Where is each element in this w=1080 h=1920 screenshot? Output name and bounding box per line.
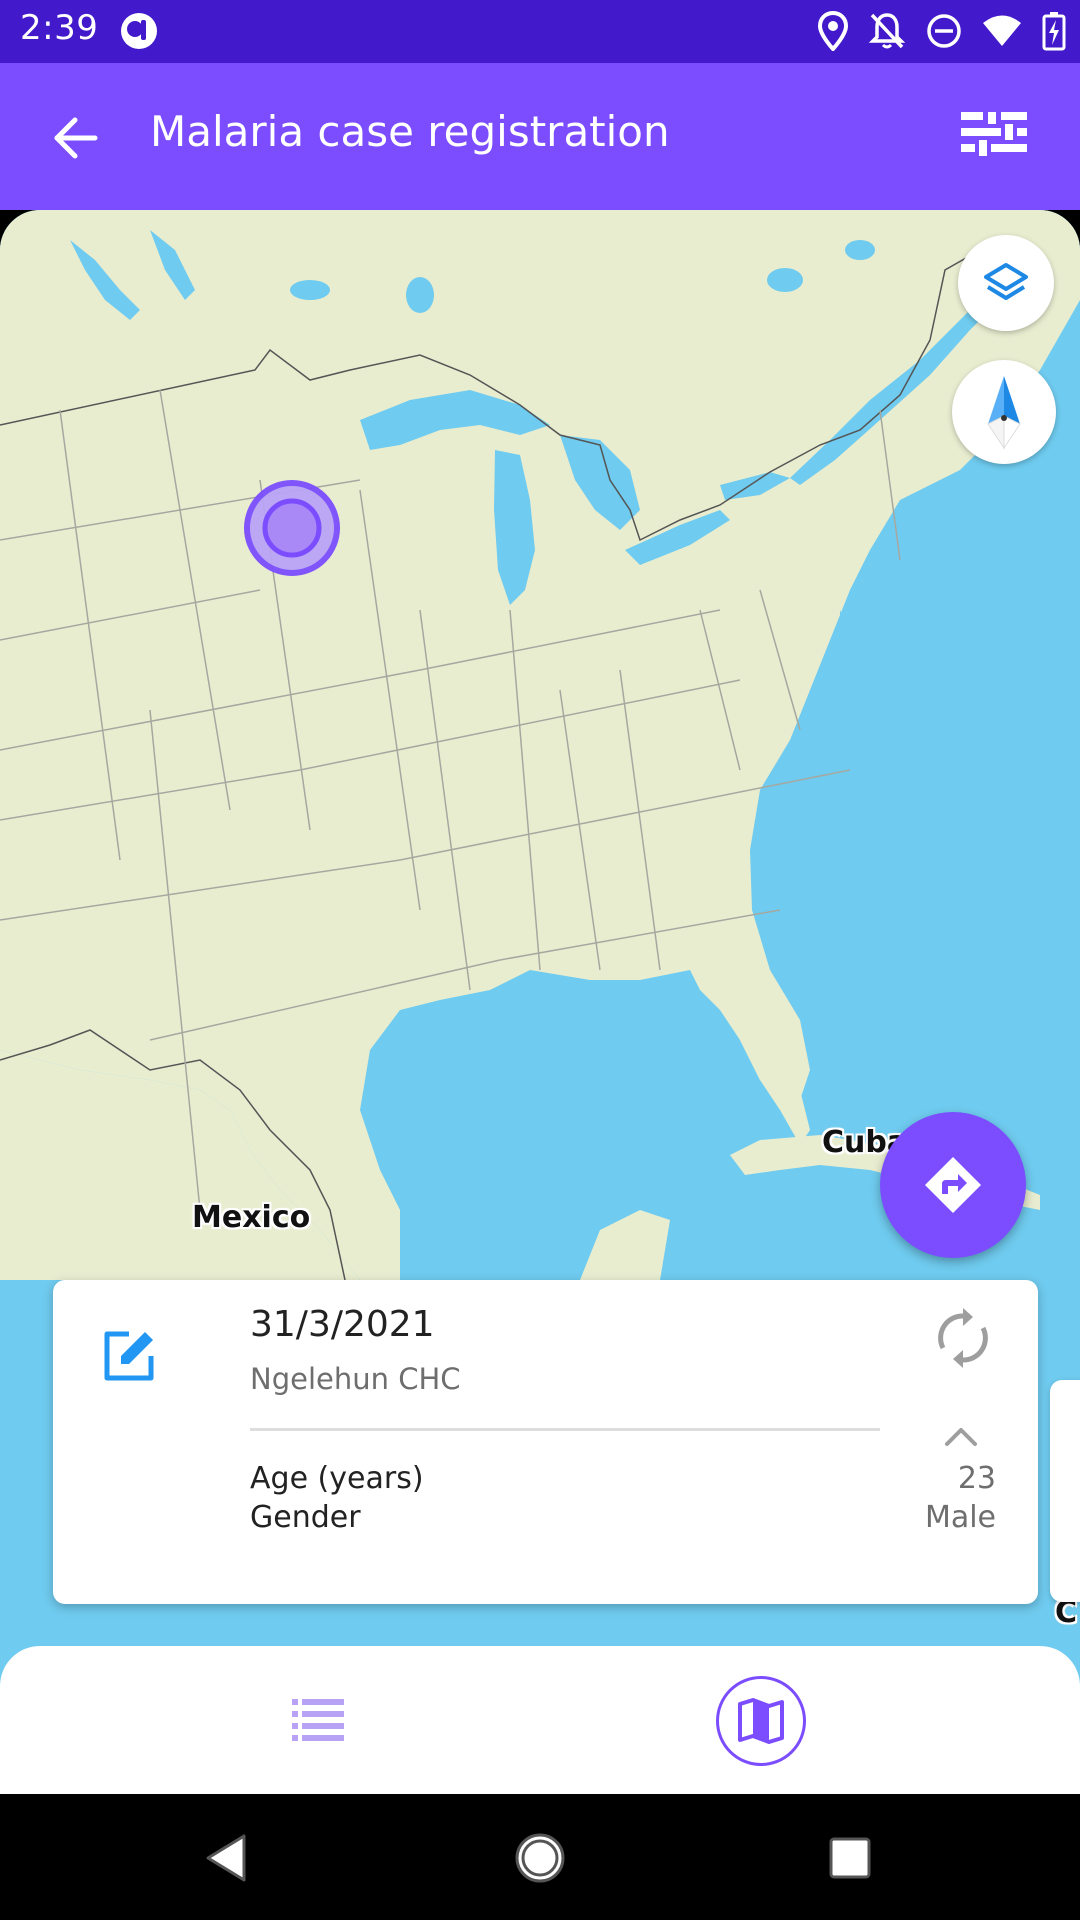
event-date: 31/3/2021 [250, 1304, 435, 1345]
edit-icon [104, 1331, 154, 1381]
navigate-button[interactable] [880, 1112, 1026, 1258]
attribute-label-age: Age (years) [250, 1461, 424, 1496]
collapse-button[interactable] [941, 1420, 991, 1456]
battery-charging-icon [1042, 12, 1066, 51]
system-back-button[interactable] [196, 1828, 256, 1888]
chevron-up-icon [945, 1428, 977, 1446]
lake [290, 280, 330, 300]
do-not-disturb-icon [927, 14, 961, 48]
system-recents-button[interactable] [820, 1828, 880, 1888]
location-marker-inner [262, 498, 322, 558]
lake [406, 277, 434, 313]
attribute-value-age: 23 [957, 1461, 996, 1496]
layers-icon [984, 263, 1028, 300]
event-org-unit: Ngelehun CHC [250, 1362, 461, 1396]
sync-button[interactable] [933, 1308, 997, 1372]
filter-button[interactable] [956, 103, 1032, 173]
status-bar: 2:39 [0, 0, 1080, 63]
app-bar: Malaria case registration [0, 63, 1080, 210]
wifi-icon [983, 15, 1021, 46]
next-card-peek[interactable] [1050, 1380, 1080, 1602]
card-divider [250, 1428, 880, 1431]
lake [767, 268, 803, 292]
system-navigation-bar [0, 1794, 1080, 1920]
nav-list-view[interactable] [278, 1686, 358, 1756]
directions-icon [925, 1157, 981, 1213]
event-card[interactable]: 31/3/2021 Ngelehun CHC Age (years) 23 Ge… [53, 1280, 1038, 1604]
compass-button[interactable] [952, 360, 1056, 464]
status-time: 2:39 [20, 8, 99, 48]
map-icon [738, 1698, 784, 1744]
home-circle-icon [515, 1833, 565, 1883]
filter-icon [961, 112, 1027, 156]
lake [845, 240, 875, 260]
back-button[interactable] [40, 103, 110, 173]
arrow-back-icon [54, 117, 98, 159]
attribute-label-gender: Gender [250, 1500, 361, 1535]
back-triangle-icon [206, 1834, 246, 1882]
map-label-mexico: Mexico [192, 1200, 311, 1235]
app-notification-icon [121, 13, 157, 49]
system-home-button[interactable] [510, 1828, 570, 1888]
list-icon [292, 1699, 344, 1741]
screen: 2:39 Malaria case registration Mexico Cu… [0, 0, 1080, 1920]
recents-square-icon [829, 1837, 871, 1879]
attribute-value-gender: Male [924, 1500, 996, 1535]
layers-button[interactable] [958, 235, 1054, 331]
bottom-navigation [0, 1646, 1080, 1794]
notifications-off-icon [868, 13, 906, 49]
compass-icon [987, 376, 1021, 450]
location-icon [818, 11, 848, 51]
edit-button[interactable] [99, 1326, 159, 1386]
status-icons [818, 10, 1066, 52]
nav-map-view[interactable] [716, 1676, 806, 1766]
page-title: Malaria case registration [150, 107, 670, 156]
sync-icon [938, 1308, 988, 1368]
